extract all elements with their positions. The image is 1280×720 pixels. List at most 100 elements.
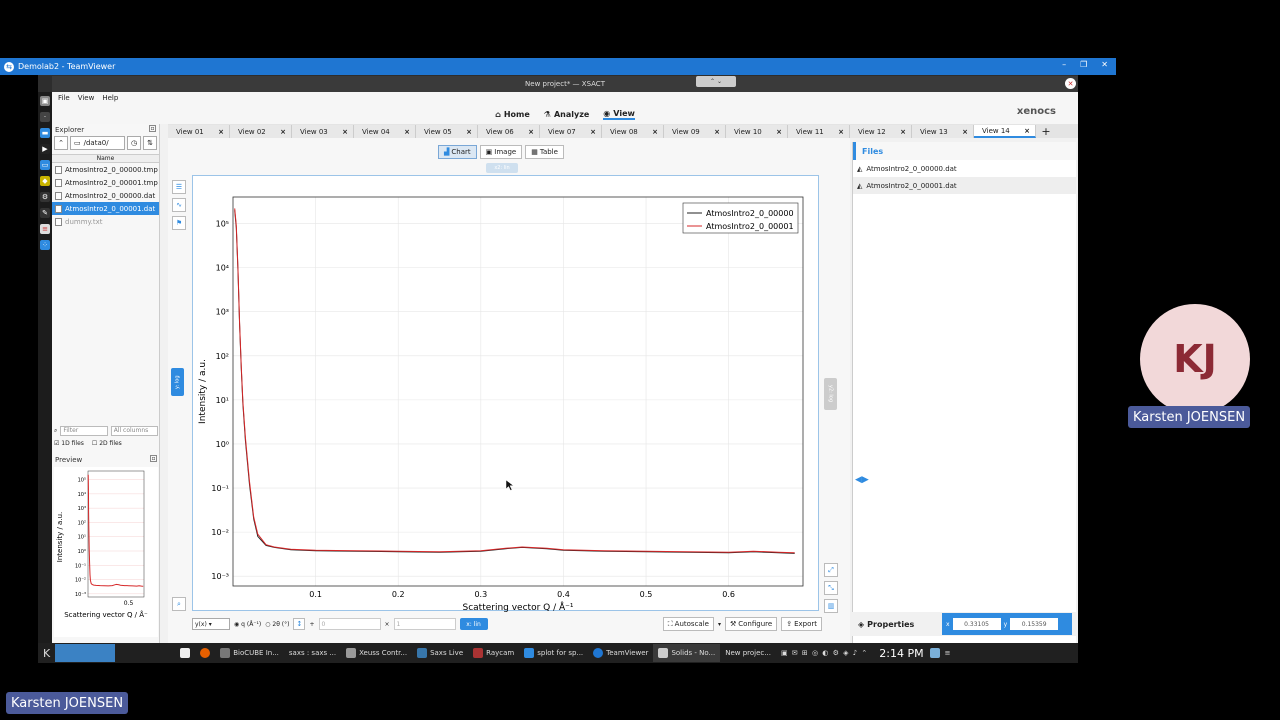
tab-view-3[interactable]: View 03 × <box>292 125 354 138</box>
flag-icon[interactable]: ⚑ <box>172 216 186 230</box>
taskbar-files[interactable] <box>175 644 195 662</box>
close-tab-icon[interactable]: × <box>1024 127 1030 135</box>
series-line-0[interactable] <box>234 210 795 554</box>
minimize-button[interactable]: – <box>1062 60 1066 69</box>
tab-view-13[interactable]: View 13 × <box>912 125 974 138</box>
y2-scale-toggle[interactable]: y2: log <box>824 378 837 410</box>
table-mode-button[interactable]: ▦ Table <box>525 145 564 159</box>
tab-view-7[interactable]: View 07 × <box>540 125 602 138</box>
terminal-icon[interactable]: ▶ <box>40 144 50 154</box>
menu-file[interactable]: File <box>58 94 70 102</box>
x-scale-toggle[interactable]: x: lin <box>459 618 488 630</box>
column-header-name[interactable]: Name <box>52 154 159 163</box>
zoom-icon[interactable]: ⌕ <box>172 597 186 611</box>
up-arrow-icon[interactable]: ⌃ <box>54 136 68 150</box>
close-tab-icon[interactable]: × <box>218 128 224 136</box>
mode-analyze[interactable]: ⚗ Analyze <box>544 110 590 119</box>
close-tab-icon[interactable]: × <box>342 128 348 136</box>
columns-select[interactable]: All columns <box>110 426 158 436</box>
grid-icon[interactable]: ⁘ <box>40 240 50 250</box>
tab-view-11[interactable]: View 11 × <box>788 125 850 138</box>
dropdown-icon[interactable]: ▾ <box>718 621 721 628</box>
theta-radio[interactable]: ○ 2θ (°) <box>265 621 289 628</box>
bar-chart-icon[interactable]: ▥ <box>824 599 838 613</box>
min-input[interactable]: 0 <box>318 618 381 630</box>
menu-icon[interactable]: ≡ <box>940 644 956 662</box>
tab-view-5[interactable]: View 05 × <box>416 125 478 138</box>
tray-icons[interactable]: ▣ ✉ ⊞ ◎ ◐ ⚙ ◈ ♪ ⌃ <box>776 644 873 662</box>
x2-scale-toggle[interactable]: x2: lin <box>486 163 518 173</box>
close-tab-icon[interactable]: × <box>776 128 782 136</box>
tab-view-2[interactable]: View 02 × <box>230 125 292 138</box>
tab-view-1[interactable]: View 01 × <box>168 125 230 138</box>
sync-icon[interactable]: ◀▶ <box>855 475 869 485</box>
clock[interactable]: 2:14 PM <box>879 647 923 660</box>
path-field[interactable]: ▭/data0/ <box>70 136 125 150</box>
close-tab-icon[interactable]: × <box>404 128 410 136</box>
window-icon[interactable]: ▭ <box>40 160 50 170</box>
checkbox-2d-files[interactable]: ☐ 2D files <box>92 440 122 447</box>
file-item[interactable]: AtmosIntro2_0_00000.tmp <box>52 163 159 176</box>
taskbar-item-3[interactable]: Saxs Live <box>412 644 468 662</box>
gear-icon[interactable]: ⚙ <box>40 192 50 202</box>
start-menu-icon[interactable]: K <box>38 644 55 662</box>
zoom-axis-icon[interactable]: ⤡ <box>824 581 838 595</box>
add-tab-button[interactable]: + <box>1036 125 1056 138</box>
max-input[interactable]: 1 <box>393 618 456 630</box>
tab-view-6[interactable]: View 06 × <box>478 125 540 138</box>
desktop-pager[interactable] <box>55 644 116 662</box>
file-item[interactable]: AtmosIntro2_0_00000.dat <box>52 189 159 202</box>
series-line-1[interactable] <box>234 208 795 554</box>
restore-button[interactable]: ❐ <box>1080 60 1087 69</box>
wallpaper-icon[interactable] <box>929 648 940 658</box>
sort-icon[interactable]: ⇅ <box>143 136 157 150</box>
close-tab-icon[interactable]: × <box>466 128 472 136</box>
export-button[interactable]: ⇪ Export <box>781 617 822 631</box>
taskbar-item-2[interactable]: Xeuss Contr... <box>341 644 412 662</box>
flag-icon[interactable]: ≡ <box>40 224 50 234</box>
tool-icon[interactable]: · <box>40 112 50 122</box>
taskbar-item-8[interactable]: New projec... <box>720 644 776 662</box>
taskbar-firefox[interactable] <box>195 644 215 662</box>
image-mode-button[interactable]: ▣ Image <box>479 145 523 159</box>
remote-toolbar-toggle[interactable]: ⌃ ⌄ <box>696 76 736 87</box>
history-icon[interactable]: ◷ <box>127 136 141 150</box>
tab-view-10[interactable]: View 10 × <box>726 125 788 138</box>
q-radio[interactable]: ◉ q (Å⁻¹) <box>234 621 261 628</box>
taskbar-item-7[interactable]: Solids - No... <box>653 644 721 662</box>
autoscale-button[interactable]: ⛶ Autoscale <box>662 617 714 631</box>
detach-icon[interactable]: ▫ <box>149 125 156 132</box>
taskbar-item-6[interactable]: TeamViewer <box>588 644 653 662</box>
files-item-1[interactable]: ◭ AtmosIntro2_0_00001.dat <box>853 177 1076 194</box>
close-tab-icon[interactable]: × <box>962 128 968 136</box>
close-button[interactable]: ✕ <box>1101 60 1108 69</box>
taskbar-item-1[interactable]: saxs : saxs ... <box>284 644 341 662</box>
app-close-icon[interactable]: ✕ <box>1065 78 1076 89</box>
menu-view[interactable]: View <box>78 94 95 102</box>
folder-icon[interactable]: ▬ <box>40 128 50 138</box>
taskbar-item-5[interactable]: splot for sp... <box>519 644 588 662</box>
chart-mode-button[interactable]: ▟ Chart <box>438 145 477 159</box>
close-tab-icon[interactable]: × <box>528 128 534 136</box>
tab-view-4[interactable]: View 04 × <box>354 125 416 138</box>
main-chart[interactable]: 10⁵ 10⁴ 10³ 10² 10¹ 10⁰ 10⁻¹ 10⁻² 10⁻³ 0.1 0.2 0.3 0… <box>193 176 820 613</box>
y-function-select[interactable]: y(x) ▾ <box>192 618 230 630</box>
tab-view-12[interactable]: View 12 × <box>850 125 912 138</box>
filter-input[interactable]: Filter <box>60 426 108 436</box>
pen-icon[interactable]: ✎ <box>40 208 50 218</box>
close-tab-icon[interactable]: × <box>714 128 720 136</box>
mode-view[interactable]: ◉ View <box>603 109 635 120</box>
close-tab-icon[interactable]: × <box>652 128 658 136</box>
y-scale-toggle[interactable]: y: log <box>171 368 184 396</box>
taskbar-item-4[interactable]: Raycam <box>468 644 519 662</box>
close-tab-icon[interactable]: × <box>900 128 906 136</box>
close-tab-icon[interactable]: × <box>590 128 596 136</box>
detach-icon[interactable]: ▫ <box>150 455 157 462</box>
yellow-app-icon[interactable]: ◆ <box>40 176 50 186</box>
range-icon[interactable]: ↕ <box>293 618 306 630</box>
list-icon[interactable]: ☰ <box>172 180 186 194</box>
tab-view-8[interactable]: View 08 × <box>602 125 664 138</box>
close-tab-icon[interactable]: × <box>280 128 286 136</box>
curve-icon[interactable]: ∿ <box>172 198 186 212</box>
checkbox-1d-files[interactable]: ☑ 1D files <box>54 440 84 447</box>
